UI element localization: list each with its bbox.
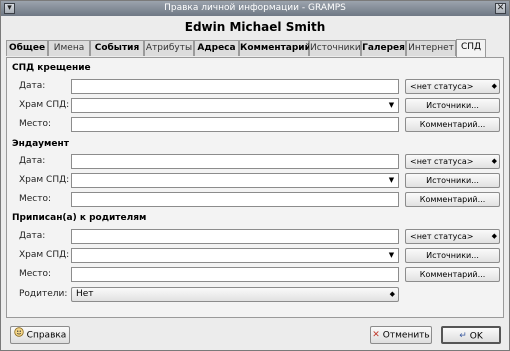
baptism-date-input[interactable] bbox=[71, 79, 399, 94]
sealing-sources-button[interactable]: Источники... bbox=[405, 248, 500, 263]
section-title-sealed-to-parents: Приписан(а) к родителям bbox=[12, 213, 147, 223]
section-title-baptism: СПД крещение bbox=[12, 63, 91, 73]
editor-window: ▾ Правка личной информации - GRAMPS ✕ Ed… bbox=[0, 0, 510, 351]
baptism-place-label: Место: bbox=[19, 119, 52, 129]
endowment-place-label: Место: bbox=[19, 194, 52, 204]
baptism-sources-button[interactable]: Источники... bbox=[405, 98, 500, 113]
cancel-button[interactable]: ✕ Отменить bbox=[370, 326, 432, 344]
sealing-date-input[interactable] bbox=[71, 229, 399, 244]
baptism-comment-button[interactable]: Комментарий... bbox=[405, 117, 500, 132]
baptism-status-value: <нет статуса> bbox=[410, 82, 474, 91]
tab-sources[interactable]: Источники bbox=[309, 40, 361, 56]
tab-attributes[interactable]: Атрибуты bbox=[144, 40, 194, 56]
sealing-temple-label: Храм СПД: bbox=[19, 250, 70, 260]
ok-icon: ↵ bbox=[459, 331, 467, 341]
baptism-place-input[interactable] bbox=[71, 117, 399, 132]
spin-arrows-icon: ◆ bbox=[491, 232, 497, 240]
sealing-comment-button[interactable]: Комментарий... bbox=[405, 267, 500, 282]
endowment-comment-button[interactable]: Комментарий... bbox=[405, 192, 500, 207]
sealing-temple-combo[interactable]: ▼ bbox=[71, 248, 399, 263]
help-button-label: Справка bbox=[26, 330, 67, 341]
tab-internet[interactable]: Интернет bbox=[406, 40, 456, 56]
endowment-status-select[interactable]: <нет статуса> ◆ bbox=[405, 154, 500, 169]
title-bar[interactable]: ▾ Правка личной информации - GRAMPS ✕ bbox=[1, 1, 509, 16]
baptism-temple-label: Храм СПД: bbox=[19, 100, 70, 110]
spin-arrows-icon: ◆ bbox=[491, 157, 497, 165]
help-button[interactable]: Справка bbox=[10, 326, 70, 344]
endowment-sources-button[interactable]: Источники... bbox=[405, 173, 500, 188]
endowment-place-input[interactable] bbox=[71, 192, 399, 207]
tab-addresses[interactable]: Адреса bbox=[194, 40, 239, 56]
tab-general[interactable]: Общее bbox=[6, 40, 48, 56]
endowment-date-label: Дата: bbox=[19, 156, 46, 166]
baptism-status-select[interactable]: <нет статуса> ◆ bbox=[405, 79, 500, 94]
person-name-heading: Edwin Michael Smith bbox=[184, 20, 326, 34]
tab-lds[interactable]: СПД bbox=[456, 39, 486, 57]
endowment-temple-label: Храм СПД: bbox=[19, 175, 70, 185]
sealing-place-label: Место: bbox=[19, 269, 52, 279]
sealing-date-label: Дата: bbox=[19, 231, 46, 241]
close-icon[interactable]: ✕ bbox=[495, 3, 506, 14]
cancel-icon: ✕ bbox=[372, 330, 380, 340]
spin-arrows-icon: ◆ bbox=[389, 290, 395, 298]
endowment-date-input[interactable] bbox=[71, 154, 399, 169]
tab-gallery[interactable]: Галерея bbox=[361, 40, 406, 56]
cancel-button-label: Отменить bbox=[382, 330, 430, 341]
sealing-status-value: <нет статуса> bbox=[410, 232, 474, 241]
parents-label: Родители: bbox=[19, 289, 68, 299]
baptism-temple-combo[interactable]: ▼ bbox=[71, 98, 399, 113]
dropdown-arrow-icon[interactable]: ▼ bbox=[386, 175, 397, 186]
tab-names[interactable]: Имена bbox=[48, 40, 90, 56]
dropdown-arrow-icon[interactable]: ▼ bbox=[386, 100, 397, 111]
spin-arrows-icon: ◆ bbox=[491, 82, 497, 90]
tab-comment[interactable]: Комментарий bbox=[239, 40, 311, 56]
endowment-temple-combo[interactable]: ▼ bbox=[71, 173, 399, 188]
ok-button-label: OK bbox=[469, 331, 483, 342]
dropdown-arrow-icon[interactable]: ▼ bbox=[386, 250, 397, 261]
parents-value: Нет bbox=[76, 289, 94, 299]
window-title: Правка личной информации - GRAMPS bbox=[164, 3, 346, 13]
section-title-endowment: Эндаумент bbox=[12, 139, 69, 149]
tab-events[interactable]: События bbox=[90, 40, 144, 56]
ok-button[interactable]: ↵ OK bbox=[441, 326, 501, 344]
help-icon bbox=[13, 327, 24, 343]
sealing-place-input[interactable] bbox=[71, 267, 399, 282]
window-menu-icon[interactable]: ▾ bbox=[4, 3, 15, 14]
parents-select[interactable]: Нет ◆ bbox=[71, 287, 399, 302]
sealing-status-select[interactable]: <нет статуса> ◆ bbox=[405, 229, 500, 244]
endowment-status-value: <нет статуса> bbox=[410, 157, 474, 166]
baptism-date-label: Дата: bbox=[19, 81, 46, 91]
